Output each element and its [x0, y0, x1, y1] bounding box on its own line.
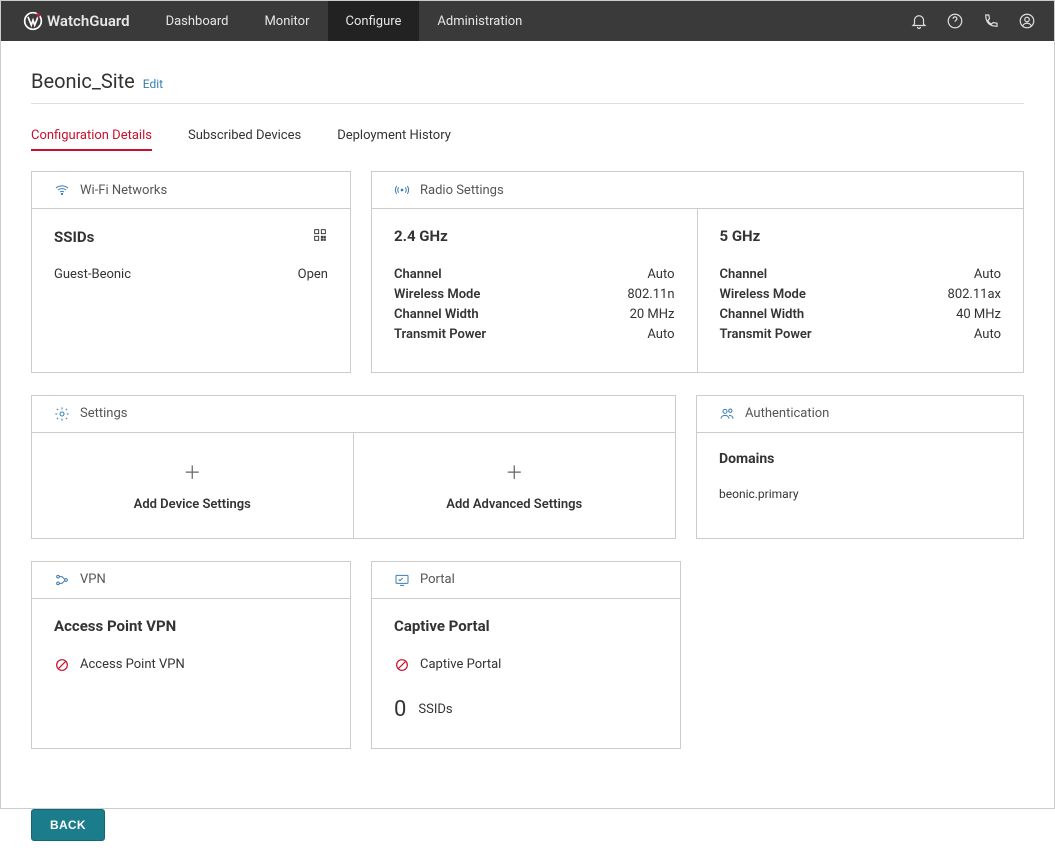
portal-ssid-count: 0 SSIDs — [394, 697, 658, 722]
r5-channel: Auto — [974, 265, 1001, 285]
ssid-security: Open — [298, 267, 328, 282]
brand-text: WatchGuard — [47, 12, 130, 30]
vpn-card-header: VPN — [32, 562, 350, 599]
users-icon — [719, 406, 735, 422]
portal-card-title: Portal — [420, 572, 455, 587]
radio-card: Radio Settings 2.4 GHz Channel Auto Wirel… — [371, 171, 1024, 373]
page-title-row: Beonic_Site Edit — [31, 69, 1024, 104]
r5-width: 40 MHz — [956, 305, 1001, 325]
r5-channel-label: Channel — [720, 265, 768, 285]
ssids-label: SSIDs — [54, 228, 94, 246]
vpn-status-label: Access Point VPN — [80, 657, 185, 672]
radio-card-header: Radio Settings — [372, 172, 1023, 209]
wifi-icon — [54, 182, 70, 198]
r24-channel: Auto — [647, 265, 674, 285]
vpn-title: Access Point VPN — [54, 617, 328, 635]
r24-mode: 802.11n — [627, 285, 674, 305]
portal-count-number: 0 — [394, 697, 406, 722]
portal-icon — [394, 572, 410, 588]
vpn-icon — [54, 572, 70, 588]
page-content: Beonic_Site Edit Configuration Details S… — [1, 41, 1054, 861]
nav-items: Dashboard Monitor Configure Administrati… — [148, 1, 541, 41]
top-navbar: WatchGuard Dashboard Monitor Configure A… — [1, 1, 1054, 41]
tab-deployment-history[interactable]: Deployment History — [337, 128, 451, 151]
nav-administration[interactable]: Administration — [419, 1, 540, 41]
tab-config-details[interactable]: Configuration Details — [31, 128, 152, 151]
radio-icon — [394, 182, 410, 198]
auth-domain: beonic.primary — [719, 487, 1001, 501]
bell-icon[interactable] — [910, 12, 928, 30]
r24-mode-label: Wireless Mode — [394, 285, 480, 305]
settings-card: Settings ＋ Add Device Settings ＋ Add Adv… — [31, 395, 676, 539]
qr-icon[interactable] — [312, 227, 328, 247]
r24-width-label: Channel Width — [394, 305, 479, 325]
settings-card-title: Settings — [80, 406, 127, 421]
r24-channel-label: Channel — [394, 265, 442, 285]
portal-title: Captive Portal — [394, 617, 658, 635]
settings-card-header: Settings — [32, 396, 675, 433]
page-title: Beonic_Site — [31, 69, 135, 93]
logo-icon — [23, 11, 43, 31]
nav-dashboard[interactable]: Dashboard — [148, 1, 247, 41]
nav-monitor[interactable]: Monitor — [246, 1, 327, 41]
wifi-card: Wi-Fi Networks SSIDs Guest-Beonic Open — [31, 171, 351, 373]
add-device-settings-button[interactable]: ＋ Add Device Settings — [32, 433, 354, 538]
portal-count-label: SSIDs — [418, 702, 452, 717]
help-icon[interactable] — [946, 12, 964, 30]
r5-power: Auto — [974, 325, 1001, 345]
nav-right-icons — [910, 12, 1054, 30]
back-button[interactable]: BACK — [31, 809, 105, 841]
plus-icon: ＋ — [183, 459, 201, 485]
ssid-row[interactable]: Guest-Beonic Open — [54, 267, 328, 282]
ssid-name: Guest-Beonic — [54, 267, 131, 282]
auth-card-title: Authentication — [745, 406, 829, 421]
wifi-card-body: SSIDs Guest-Beonic Open — [32, 209, 350, 308]
vpn-card: VPN Access Point VPN Access Point VPN — [31, 561, 351, 749]
vpn-status-row: Access Point VPN — [54, 657, 328, 673]
r5-mode: 802.11ax — [948, 285, 1001, 305]
nav-configure[interactable]: Configure — [328, 1, 420, 41]
settings-card-body: ＋ Add Device Settings ＋ Add Advanced Set… — [32, 433, 675, 538]
add-device-label: Add Device Settings — [134, 497, 251, 512]
vpn-card-title: VPN — [80, 572, 106, 587]
portal-card: Portal Captive Portal Captive Portal 0 S… — [371, 561, 681, 749]
portal-status-row: Captive Portal — [394, 657, 658, 673]
auth-card: Authentication Domains beonic.primary — [696, 395, 1024, 539]
portal-card-body: Captive Portal Captive Portal 0 SSIDs — [372, 599, 680, 748]
radio-5-title: 5 GHz — [720, 227, 1002, 245]
portal-status-label: Captive Portal — [420, 657, 501, 672]
r24-width: 20 MHz — [630, 305, 675, 325]
wifi-card-title: Wi-Fi Networks — [80, 183, 167, 198]
disabled-icon — [54, 657, 70, 673]
tab-subscribed-devices[interactable]: Subscribed Devices — [188, 128, 301, 151]
user-icon[interactable] — [1018, 12, 1036, 30]
domains-label: Domains — [719, 451, 1001, 467]
vpn-card-body: Access Point VPN Access Point VPN — [32, 599, 350, 739]
radio-col-5: 5 GHz ChannelAuto Wireless Mode802.11ax … — [698, 209, 1024, 372]
disabled-icon — [394, 657, 410, 673]
radio-card-body: 2.4 GHz Channel Auto Wireless Mode 802.11n… — [372, 209, 1023, 372]
auth-card-body: Domains beonic.primary — [697, 433, 1023, 527]
radio-card-title: Radio Settings — [420, 183, 504, 198]
plus-icon: ＋ — [505, 459, 523, 485]
tabs: Configuration Details Subscribed Devices… — [31, 128, 1024, 151]
edit-link[interactable]: Edit — [143, 77, 163, 91]
radio-24-title: 2.4 GHz — [394, 227, 675, 245]
auth-card-header: Authentication — [697, 396, 1023, 433]
add-advanced-label: Add Advanced Settings — [446, 497, 582, 512]
r5-power-label: Transmit Power — [720, 325, 812, 345]
gear-icon — [54, 406, 70, 422]
wifi-card-header: Wi-Fi Networks — [32, 172, 350, 209]
add-advanced-settings-button[interactable]: ＋ Add Advanced Settings — [354, 433, 676, 538]
r24-power-label: Transmit Power — [394, 325, 486, 345]
brand-logo: WatchGuard — [1, 11, 148, 31]
r5-mode-label: Wireless Mode — [720, 285, 806, 305]
r24-power: Auto — [647, 325, 674, 345]
phone-icon[interactable] — [982, 12, 1000, 30]
r5-width-label: Channel Width — [720, 305, 805, 325]
radio-col-24: 2.4 GHz Channel Auto Wireless Mode 802.11n… — [372, 209, 698, 372]
portal-card-header: Portal — [372, 562, 680, 599]
